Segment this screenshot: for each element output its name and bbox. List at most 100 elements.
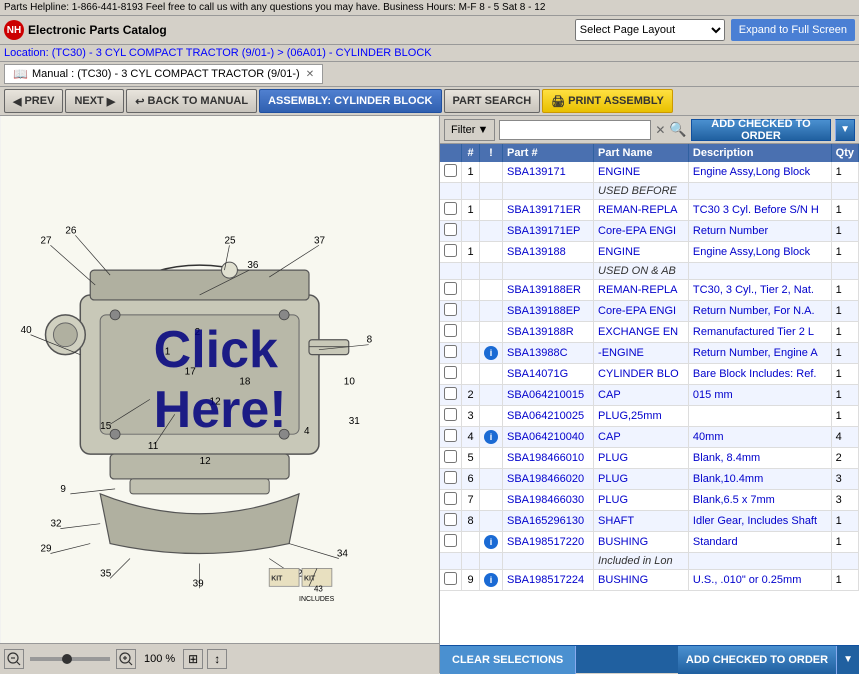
expand-button[interactable]: Expand to Full Screen [731, 19, 855, 41]
part-checkbox[interactable] [444, 324, 457, 337]
manual-tab[interactable]: 📖 Manual : (TC30) - 3 CYL COMPACT TRACTO… [4, 64, 323, 84]
zoom-in-icon-button[interactable] [116, 649, 136, 669]
part-checkbox[interactable] [444, 429, 457, 442]
part-checkbox[interactable] [444, 202, 457, 215]
part-desc-link[interactable]: Engine Assy,Long Block [693, 166, 810, 178]
parts-table-container[interactable]: # ! Part # Part Name Description Qty 1SB… [440, 144, 859, 645]
part-desc-link[interactable]: Blank,6.5 x 7mm [693, 494, 775, 506]
assembly-button[interactable]: ASSEMBLY: CYLINDER BLOCK [259, 89, 441, 113]
zoom-out-icon-button[interactable] [4, 649, 24, 669]
part-name-link[interactable]: SHAFT [598, 515, 634, 527]
info-icon-col[interactable]: i [480, 570, 503, 591]
part-name-link[interactable]: Core-EPA ENGI [598, 225, 676, 237]
part-number-link[interactable]: SBA064210025 [507, 410, 584, 422]
tab-close-icon[interactable]: ✕ [306, 69, 314, 80]
part-checkbox[interactable] [444, 534, 457, 547]
part-name-link[interactable]: ENGINE [598, 246, 640, 258]
part-checkbox[interactable] [444, 244, 457, 257]
part-name-link[interactable]: -ENGINE [598, 347, 644, 359]
filter-clear-icon[interactable]: ✕ [655, 123, 665, 137]
back-to-manual-button[interactable]: ↩ BACK TO MANUAL [126, 89, 257, 113]
part-desc-link[interactable]: TC30, 3 Cyl., Tier 2, Nat. [693, 284, 814, 296]
part-desc-link[interactable]: Engine Assy,Long Block [693, 246, 810, 258]
part-number-link[interactable]: SBA13988C [507, 347, 568, 359]
prev-button[interactable]: ◀ PREV [4, 89, 63, 113]
part-name-link[interactable]: Core-EPA ENGI [598, 305, 676, 317]
part-name-link[interactable]: CAP [598, 389, 621, 401]
part-checkbox[interactable] [444, 282, 457, 295]
part-name-link[interactable]: BUSHING [598, 574, 648, 586]
fit-width-button[interactable]: ⊞ [183, 649, 203, 669]
part-number-link[interactable]: SBA139171EP [507, 225, 580, 237]
part-desc-link[interactable]: TC30 3 Cyl. Before S/N H [693, 204, 819, 216]
zoom-slider-thumb[interactable] [62, 654, 72, 664]
info-dot-icon[interactable]: i [484, 573, 498, 587]
part-name-link[interactable]: ENGINE [598, 166, 640, 178]
assembly-diagram[interactable]: 27 26 37 40 36 15 11 [0, 116, 439, 643]
part-checkbox[interactable] [444, 303, 457, 316]
info-icon-col[interactable]: i [480, 427, 503, 448]
part-name-link[interactable]: CYLINDER BLO [598, 368, 679, 380]
zoom-slider[interactable] [30, 657, 110, 661]
part-desc-link[interactable]: Return Number [693, 225, 768, 237]
part-number-link[interactable]: SBA198466030 [507, 494, 584, 506]
part-name-link[interactable]: EXCHANGE EN [598, 326, 678, 338]
part-name-link[interactable]: PLUG,25mm [598, 410, 662, 422]
part-checkbox[interactable] [444, 387, 457, 400]
part-name-link[interactable]: CAP [598, 431, 621, 443]
part-number-link[interactable]: SBA198517224 [507, 574, 584, 586]
print-assembly-button[interactable]: 🖨 PRINT ASSEMBLY [542, 89, 673, 113]
part-name-link[interactable]: BUSHING [598, 536, 648, 548]
part-desc-link[interactable]: 40mm [693, 431, 724, 443]
part-name-link[interactable]: REMAN-REPLA [598, 204, 677, 216]
part-checkbox[interactable] [444, 366, 457, 379]
part-checkbox[interactable] [444, 572, 457, 585]
clear-selections-button[interactable]: CLEAR SELECTIONS [440, 646, 576, 674]
next-button[interactable]: NEXT ▶ [65, 89, 124, 113]
filter-search-icon[interactable]: 🔍 [669, 121, 686, 138]
filter-button[interactable]: Filter ▼ [444, 119, 495, 141]
part-checkbox[interactable] [444, 513, 457, 526]
info-icon-col[interactable]: i [480, 532, 503, 553]
part-number-link[interactable]: SBA139188EP [507, 305, 580, 317]
part-desc-link[interactable]: Return Number, For N.A. [693, 305, 815, 317]
part-checkbox[interactable] [444, 471, 457, 484]
part-desc-link[interactable]: Idler Gear, Includes Shaft [693, 515, 817, 527]
part-desc-link[interactable]: Remanufactured Tier 2 L [693, 326, 814, 338]
part-name-link[interactable]: PLUG [598, 473, 628, 485]
part-number-link[interactable]: SBA064210015 [507, 389, 584, 401]
part-name-link[interactable]: PLUG [598, 494, 628, 506]
part-checkbox[interactable] [444, 164, 457, 177]
part-desc-link[interactable]: Standard [693, 536, 738, 548]
part-number-link[interactable]: SBA064210040 [507, 431, 584, 443]
part-desc-link[interactable]: Bare Block Includes: Ref. [693, 368, 817, 380]
part-number-link[interactable]: SBA139171ER [507, 204, 581, 216]
part-checkbox[interactable] [444, 450, 457, 463]
add-checked-dropdown-button[interactable]: ▼ [835, 119, 855, 141]
fit-height-button[interactable]: ↕ [207, 649, 227, 669]
page-layout-select[interactable]: Select Page Layout [575, 19, 725, 41]
part-desc-link[interactable]: Return Number, Engine A [693, 347, 818, 359]
part-checkbox[interactable] [444, 408, 457, 421]
part-number-link[interactable]: SBA165296130 [507, 515, 584, 527]
part-number-link[interactable]: SBA139188 [507, 246, 566, 258]
filter-input[interactable] [499, 120, 651, 140]
part-checkbox[interactable] [444, 223, 457, 236]
info-dot-icon[interactable]: i [484, 346, 498, 360]
part-number-link[interactable]: SBA198466020 [507, 473, 584, 485]
part-number-link[interactable]: SBA139171 [507, 166, 566, 178]
part-desc-link[interactable]: Blank,10.4mm [693, 473, 763, 485]
part-checkbox[interactable] [444, 345, 457, 358]
part-number-link[interactable]: SBA198517220 [507, 536, 584, 548]
info-dot-icon[interactable]: i [484, 535, 498, 549]
add-checked-to-order-button-bottom[interactable]: ADD CHECKED TO ORDER [678, 646, 836, 674]
add-checked-to-order-button[interactable]: ADD CHECKED TO ORDER [691, 119, 831, 141]
part-number-link[interactable]: SBA139188ER [507, 284, 581, 296]
part-number-link[interactable]: SBA139188R [507, 326, 574, 338]
part-desc-link[interactable]: Blank, 8.4mm [693, 452, 760, 464]
part-desc-link[interactable]: 015 mm [693, 389, 733, 401]
add-checked-dropdown-bottom-button[interactable]: ▼ [836, 646, 859, 674]
info-dot-icon[interactable]: i [484, 430, 498, 444]
part-name-link[interactable]: PLUG [598, 452, 628, 464]
part-name-link[interactable]: REMAN-REPLA [598, 284, 677, 296]
